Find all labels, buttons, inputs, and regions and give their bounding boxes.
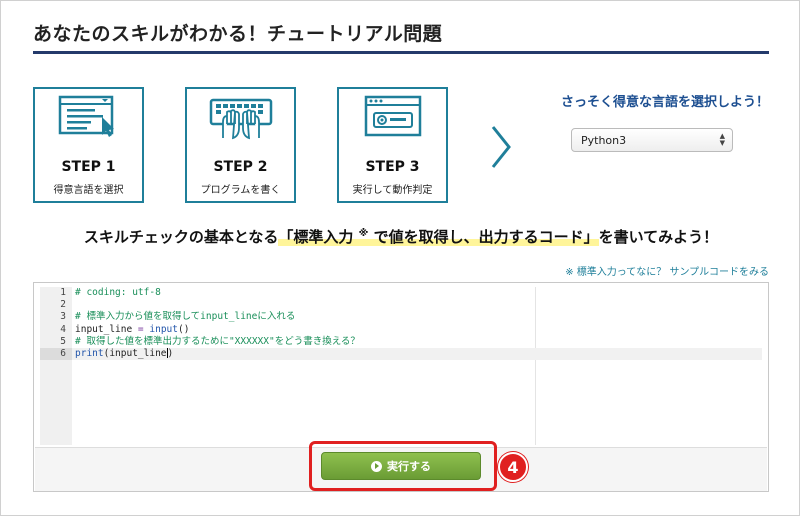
- sample-code-link[interactable]: ※ 標準入力ってなに？ サンプルコードをみる: [541, 263, 769, 278]
- run-button[interactable]: 実行する: [321, 452, 481, 480]
- chevron-right-icon: [489, 125, 513, 169]
- language-heading: さっそく得意な言語を選択しよう！: [560, 95, 769, 110]
- page-frame: あなたのスキルがわかる！チュートリアル問題 STEP 1 得意言語を選択 STE…: [0, 0, 800, 516]
- instruction-before: スキルチェックの基本となる: [83, 228, 279, 246]
- step-subtitle: プログラムを書く: [200, 185, 281, 196]
- step-3-card: STEP 3 実行して動作判定: [337, 87, 448, 203]
- language-select[interactable]: Python3 ▲ ▼: [571, 128, 733, 152]
- code-token: input: [149, 323, 178, 335]
- line-number: 5: [60, 335, 66, 347]
- code-line: # coding: utf-8: [75, 287, 161, 298]
- note-mark: ※: [358, 228, 369, 239]
- code-line: # 標準入力から値を取得してinput_lineに入れる: [75, 311, 296, 323]
- play-circle-icon: [371, 460, 382, 472]
- step-subtitle: 得意言語を選択: [53, 185, 124, 196]
- browser-window-icon: [339, 89, 446, 145]
- instruction-highlight-a: 「標準入力: [278, 228, 354, 246]
- code-line-active: print(input_line): [72, 347, 762, 361]
- step-2-card: STEP 2 プログラムを書く: [185, 87, 296, 203]
- code-token: ): [167, 347, 174, 359]
- code-token: input_line: [75, 323, 133, 335]
- code-line: input_line = input(): [72, 324, 762, 336]
- step-title: STEP 3: [365, 159, 420, 175]
- line-number: 4: [60, 323, 66, 335]
- line-number: 2: [60, 299, 66, 311]
- code-token: print: [75, 347, 104, 359]
- step-1-card: STEP 1 得意言語を選択: [33, 87, 144, 203]
- code-text-area[interactable]: # coding: utf-8 # 標準入力から値を取得してinput_line…: [72, 287, 762, 445]
- line-number-active: 6: [40, 347, 72, 361]
- instruction-highlight: 「標準入力 ※ で値を取得し、出力するコード」: [278, 228, 599, 246]
- step-number-badge: 4: [498, 452, 528, 482]
- code-token: (input_line: [103, 347, 167, 359]
- instruction-highlight-b: で値を取得し、出力するコード」: [373, 228, 599, 246]
- code-token: (): [177, 323, 190, 335]
- line-number: 3: [60, 311, 66, 323]
- language-select-icon: [35, 89, 142, 145]
- instruction-text: スキルチェックの基本となる「標準入力 ※ で値を取得し、出力するコード」を書いて…: [1, 226, 800, 247]
- keyboard-typing-icon: [187, 89, 294, 145]
- select-arrows-icon: ▲ ▼: [719, 132, 725, 147]
- step-subtitle: 実行して動作判定: [352, 185, 433, 196]
- run-button-label: 実行する: [387, 460, 431, 473]
- page-title: あなたのスキルがわかる！チュートリアル問題: [33, 23, 443, 45]
- instruction-after: を書いてみよう！: [598, 228, 719, 246]
- code-line: # 取得した値を標準出力するために"XXXXXX"をどう書き換える？: [75, 335, 360, 347]
- line-number-gutter: 1 2 3 4 5 6: [40, 287, 72, 445]
- step-title: STEP 2: [213, 159, 268, 175]
- language-select-value: Python3: [581, 134, 627, 147]
- title-divider: [33, 51, 769, 54]
- step-title: STEP 1: [61, 159, 116, 175]
- code-token: =: [132, 323, 150, 335]
- line-number: 1: [60, 287, 66, 298]
